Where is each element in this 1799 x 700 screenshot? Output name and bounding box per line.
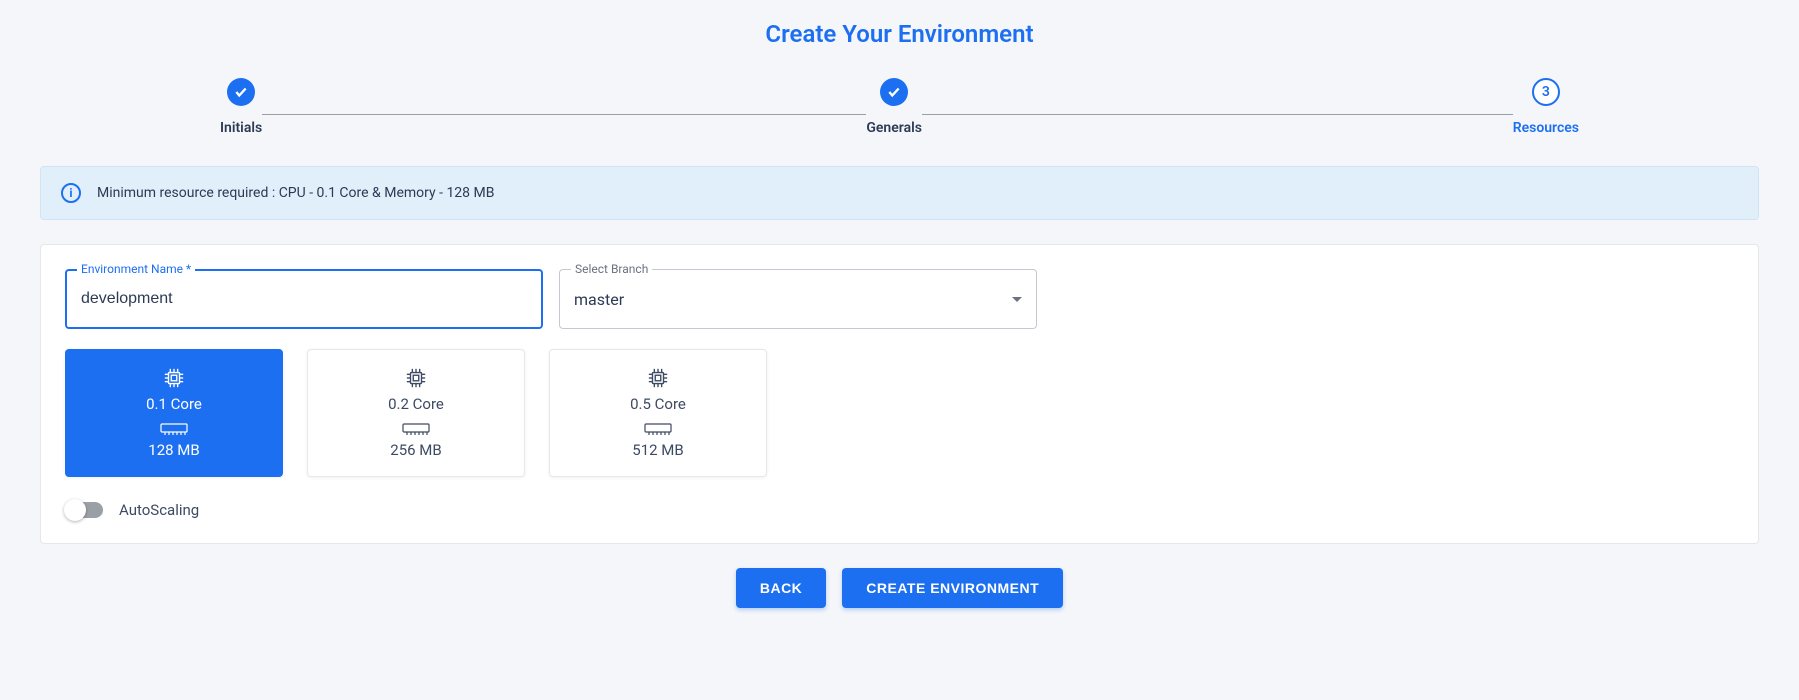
cpu-icon <box>647 367 669 389</box>
memory-icon <box>402 423 430 435</box>
autoscaling-toggle[interactable] <box>65 502 103 518</box>
step-label: Generals <box>866 120 922 136</box>
toggle-knob <box>64 499 86 521</box>
branch-label: Select Branch <box>571 262 652 276</box>
check-icon <box>227 78 255 106</box>
memory-value: 256 MB <box>390 441 441 459</box>
cpu-icon <box>405 367 427 389</box>
step-label: Resources <box>1513 120 1579 136</box>
step-generals[interactable]: Generals <box>866 78 922 136</box>
autoscaling-label: AutoScaling <box>119 501 199 519</box>
info-text: Minimum resource required : CPU - 0.1 Co… <box>97 185 494 201</box>
step-initials[interactable]: Initials <box>220 78 262 136</box>
branch-field: Select Branch master <box>559 269 1037 329</box>
cpu-icon <box>163 367 185 389</box>
resources-panel: Environment Name * Select Branch master … <box>40 244 1759 544</box>
step-connector <box>262 114 866 115</box>
step-label: Initials <box>220 120 262 136</box>
memory-icon <box>160 423 188 435</box>
back-button[interactable]: Back <box>736 568 826 608</box>
resource-card-1[interactable]: 0.1 Core 128 MB <box>65 349 283 477</box>
resource-card-3[interactable]: 0.5 Core 512 MB <box>549 349 767 477</box>
page-title: Create Your Environment <box>40 20 1759 48</box>
step-number: 3 <box>1532 78 1560 106</box>
chevron-down-icon <box>1012 297 1022 302</box>
memory-value: 512 MB <box>632 441 683 459</box>
step-connector <box>922 114 1513 115</box>
check-icon <box>880 78 908 106</box>
info-icon: i <box>61 183 81 203</box>
branch-select[interactable]: master <box>559 269 1037 329</box>
stepper: Initials Generals 3 Resources <box>220 78 1579 136</box>
step-resources[interactable]: 3 Resources <box>1513 78 1579 136</box>
environment-name-field: Environment Name * <box>65 269 543 329</box>
branch-value: master <box>574 290 624 309</box>
resource-card-2[interactable]: 0.2 Core 256 MB <box>307 349 525 477</box>
info-banner: i Minimum resource required : CPU - 0.1 … <box>40 166 1759 220</box>
memory-icon <box>644 423 672 435</box>
cpu-value: 0.2 Core <box>388 395 444 413</box>
environment-name-label: Environment Name * <box>77 262 195 276</box>
footer-actions: Back Create Environment <box>40 568 1759 608</box>
cpu-value: 0.5 Core <box>630 395 686 413</box>
environment-name-input[interactable] <box>65 269 543 329</box>
memory-value: 128 MB <box>148 441 199 459</box>
create-environment-button[interactable]: Create Environment <box>842 568 1063 608</box>
resource-cards: 0.1 Core 128 MB 0.2 Core 256 MB 0.5 Core… <box>65 349 1734 477</box>
cpu-value: 0.1 Core <box>146 395 202 413</box>
